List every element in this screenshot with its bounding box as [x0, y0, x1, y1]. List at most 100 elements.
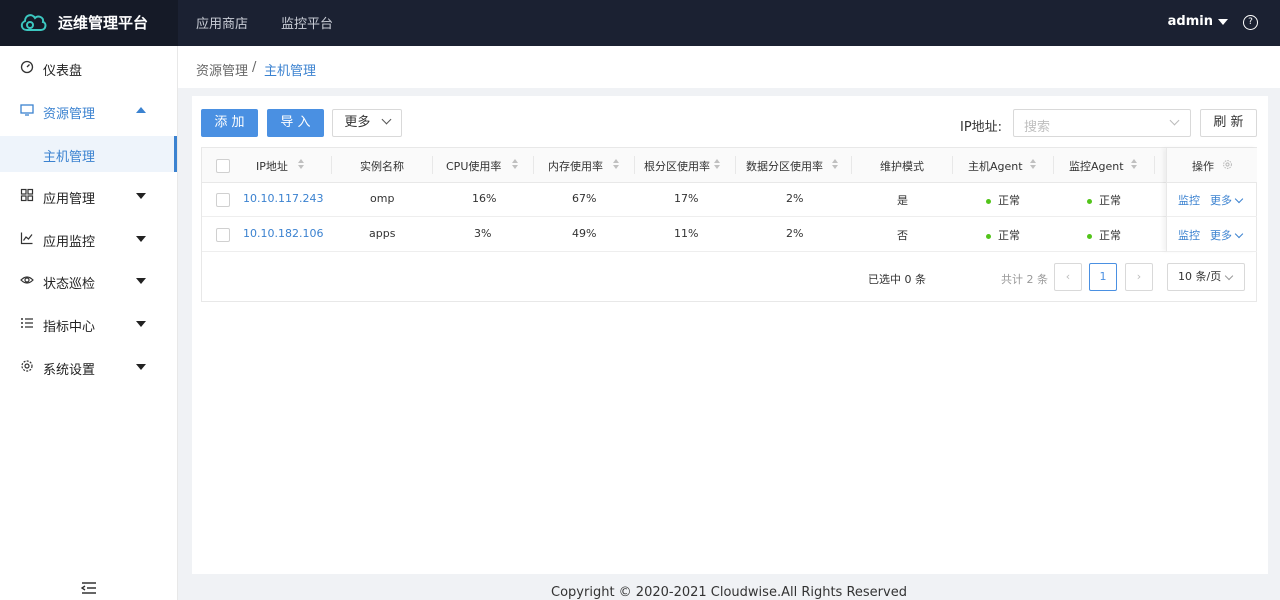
search-input[interactable]: 搜索	[1013, 109, 1191, 137]
caret-down-icon	[136, 236, 146, 242]
sidebar-item-label: 应用管理	[43, 192, 96, 207]
more-actions-label: 更多	[1210, 229, 1232, 242]
selected-count: 已选中 0 条	[868, 273, 926, 286]
sidebar-item-label: 系统设置	[43, 363, 96, 378]
caret-down-icon	[136, 364, 146, 370]
top-bar: 运维管理平台 应用商店 监控平台 admin ?	[0, 0, 1280, 46]
caret-down-icon	[136, 193, 146, 199]
more-actions-link[interactable]: 更多	[1210, 192, 1244, 208]
brand[interactable]: 运维管理平台	[0, 0, 178, 46]
sidebar-item-app-management[interactable]: 应用管理	[0, 176, 177, 216]
status-dot-icon	[986, 233, 991, 239]
more-dropdown[interactable]: 更多	[332, 109, 402, 137]
data-partition-usage: 2%	[786, 227, 804, 240]
column-header-data-partition[interactable]: 数据分区使用率	[746, 158, 823, 174]
host-ip-link[interactable]: 10.10.182.106	[243, 227, 323, 240]
monitor-link[interactable]: 监控	[1178, 227, 1200, 243]
column-divider	[533, 156, 534, 174]
root-partition-usage: 17%	[674, 192, 699, 205]
cloud-logo-icon	[20, 14, 47, 31]
column-header-monitor-agent[interactable]: 监控Agent	[1069, 158, 1124, 174]
monitor-agent-status: 正常	[1087, 192, 1121, 208]
row-checkbox[interactable]	[216, 228, 230, 242]
sidebar-item-settings[interactable]: 系统设置	[0, 347, 177, 387]
grid-icon	[20, 188, 34, 202]
sidebar-item-label: 资源管理	[43, 107, 96, 122]
column-settings-icon[interactable]	[1222, 159, 1233, 170]
collapse-menu-icon[interactable]	[81, 581, 97, 595]
root-partition-usage: 11%	[674, 227, 699, 240]
prev-page-button[interactable]: ‹	[1054, 263, 1082, 291]
main-panel: 添 加 导 入 更多 IP地址: 搜索 刷 新 IP地址 实例名称 CPU使用率…	[192, 96, 1268, 574]
host-agent-status-text: 正常	[998, 229, 1020, 242]
instance-name: omp	[370, 192, 395, 205]
column-header-operations: 操作	[1192, 160, 1214, 173]
maintenance-mode: 是	[897, 194, 908, 207]
chevron-down-icon	[1169, 115, 1180, 126]
eye-icon	[20, 276, 34, 284]
column-header-host-agent[interactable]: 主机Agent	[968, 158, 1023, 174]
sidebar-item-metrics[interactable]: 指标中心	[0, 304, 177, 344]
topnav-monitor-platform[interactable]: 监控平台	[281, 13, 333, 32]
chevron-left-icon: ‹	[1065, 270, 1071, 283]
monitor-agent-status-text: 正常	[1099, 229, 1121, 242]
next-page-button[interactable]: ›	[1125, 263, 1153, 291]
total-count: 共计 2 条	[1001, 273, 1048, 286]
column-header-memory[interactable]: 内存使用率	[548, 158, 603, 174]
maintenance-mode: 否	[897, 229, 908, 242]
cpu-usage: 3%	[474, 227, 492, 240]
gear-icon	[21, 360, 33, 372]
host-agent-status-text: 正常	[998, 194, 1020, 207]
monitor-link[interactable]: 监控	[1178, 192, 1200, 208]
import-button[interactable]: 导 入	[267, 109, 324, 137]
table-row: 10.10.117.243 omp 16% 67% 17% 2% 是 正常 正常	[202, 182, 1256, 217]
sidebar-item-resources[interactable]: 资源管理	[0, 91, 177, 131]
column-divider	[634, 156, 635, 174]
dashboard-icon	[20, 60, 34, 74]
help-icon[interactable]: ?	[1243, 15, 1258, 30]
column-divider	[1154, 156, 1155, 174]
column-header-root-partition[interactable]: 根分区使用率	[644, 158, 710, 174]
page-size-select[interactable]: 10 条/页	[1167, 263, 1245, 291]
status-dot-icon	[1087, 233, 1092, 239]
memory-usage: 49%	[572, 227, 597, 240]
column-header-ip[interactable]: IP地址	[256, 158, 288, 174]
chevron-down-icon	[1234, 229, 1244, 239]
more-actions-label: 更多	[1210, 194, 1232, 207]
chevron-down-icon	[381, 114, 392, 125]
caret-up-icon	[136, 107, 146, 113]
page-1-button[interactable]: 1	[1089, 263, 1117, 291]
monitor-agent-status-text: 正常	[1099, 194, 1121, 207]
select-all-checkbox[interactable]	[216, 159, 230, 173]
host-ip-link[interactable]: 10.10.117.243	[243, 192, 323, 205]
more-actions-link[interactable]: 更多	[1210, 227, 1244, 243]
breadcrumb-separator: /	[252, 60, 257, 75]
chevron-down-icon	[1234, 194, 1244, 204]
breadcrumb-parent[interactable]: 资源管理	[196, 60, 248, 79]
data-partition-usage: 2%	[786, 192, 804, 205]
sidebar-item-label: 仪表盘	[43, 64, 83, 79]
topnav-app-store[interactable]: 应用商店	[196, 13, 248, 32]
row-checkbox[interactable]	[216, 193, 230, 207]
table-row: 10.10.182.106 apps 3% 49% 11% 2% 否 正常 正常	[202, 217, 1256, 252]
sidebar-item-inspection[interactable]: 状态巡检	[0, 261, 177, 301]
add-button[interactable]: 添 加	[201, 109, 258, 137]
host-agent-status: 正常	[986, 192, 1020, 208]
chevron-down-icon	[1224, 271, 1234, 281]
breadcrumb: 资源管理 / 主机管理	[178, 46, 1280, 88]
column-divider	[735, 156, 736, 174]
operations-cell: 监控 更多	[1167, 217, 1257, 252]
column-header-cpu[interactable]: CPU使用率	[446, 158, 501, 174]
column-divider	[331, 156, 332, 174]
page-size-label: 10 条/页	[1178, 270, 1222, 283]
sidebar-item-app-monitor[interactable]: 应用监控	[0, 219, 177, 259]
user-menu[interactable]: admin	[1168, 14, 1228, 29]
search-placeholder: 搜索	[1024, 120, 1051, 135]
sidebar-item-dashboard[interactable]: 仪表盘	[0, 48, 177, 88]
refresh-button[interactable]: 刷 新	[1200, 109, 1257, 137]
host-table: IP地址 实例名称 CPU使用率 内存使用率 根分区使用率 数据分区使用率 维护…	[201, 147, 1257, 302]
sidebar-subitem-host-management[interactable]: 主机管理	[0, 136, 177, 172]
column-divider	[1053, 156, 1054, 174]
search-label: IP地址:	[960, 120, 1003, 135]
monitor-agent-status: 正常	[1087, 227, 1121, 243]
